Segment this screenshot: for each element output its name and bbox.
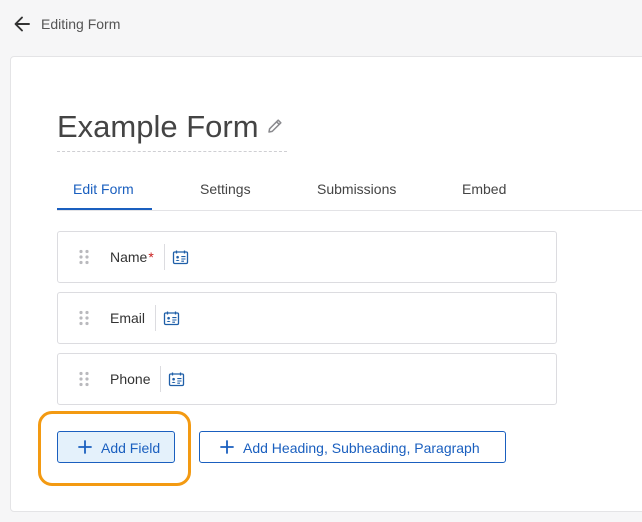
active-tab-indicator bbox=[57, 208, 152, 210]
add-field-button[interactable]: Add Field bbox=[57, 431, 175, 463]
form-title[interactable]: Example Form bbox=[57, 109, 259, 145]
divider bbox=[155, 305, 156, 331]
divider bbox=[160, 366, 161, 392]
divider bbox=[164, 244, 165, 270]
drag-handle-icon[interactable] bbox=[78, 371, 90, 387]
drag-handle-icon[interactable] bbox=[78, 249, 90, 265]
field-row-phone[interactable]: Phone bbox=[57, 353, 557, 405]
add-field-label: Add Field bbox=[101, 440, 161, 456]
id-card-icon bbox=[168, 372, 185, 387]
required-asterisk: * bbox=[148, 249, 154, 265]
arrow-left-icon[interactable] bbox=[12, 14, 32, 34]
field-label: Email bbox=[110, 310, 146, 326]
tab-submissions[interactable]: Submissions bbox=[317, 181, 396, 198]
plus-icon bbox=[78, 440, 92, 454]
id-card-icon bbox=[163, 311, 180, 326]
field-row-email[interactable]: Email bbox=[57, 292, 557, 344]
field-label: Name* bbox=[110, 249, 154, 265]
tab-settings[interactable]: Settings bbox=[200, 181, 251, 198]
field-label: Phone bbox=[110, 371, 151, 387]
drag-handle-icon[interactable] bbox=[78, 310, 90, 326]
tab-embed[interactable]: Embed bbox=[462, 181, 506, 198]
id-card-icon bbox=[172, 250, 189, 265]
form-editor-card: Example Form Edit Form Settings Submissi… bbox=[10, 56, 642, 512]
tab-edit-form[interactable]: Edit Form bbox=[73, 181, 134, 198]
field-row-name[interactable]: Name* bbox=[57, 231, 557, 283]
page-title: Editing Form bbox=[41, 16, 121, 32]
pencil-icon[interactable] bbox=[265, 116, 285, 136]
plus-icon bbox=[220, 440, 234, 454]
add-heading-button[interactable]: Add Heading, Subheading, Paragraph bbox=[199, 431, 506, 463]
form-title-area[interactable]: Example Form bbox=[57, 109, 287, 152]
tab-bar: Edit Form Settings Submissions Embed bbox=[57, 169, 642, 211]
add-heading-label: Add Heading, Subheading, Paragraph bbox=[243, 440, 480, 456]
top-bar: Editing Form bbox=[0, 0, 642, 48]
